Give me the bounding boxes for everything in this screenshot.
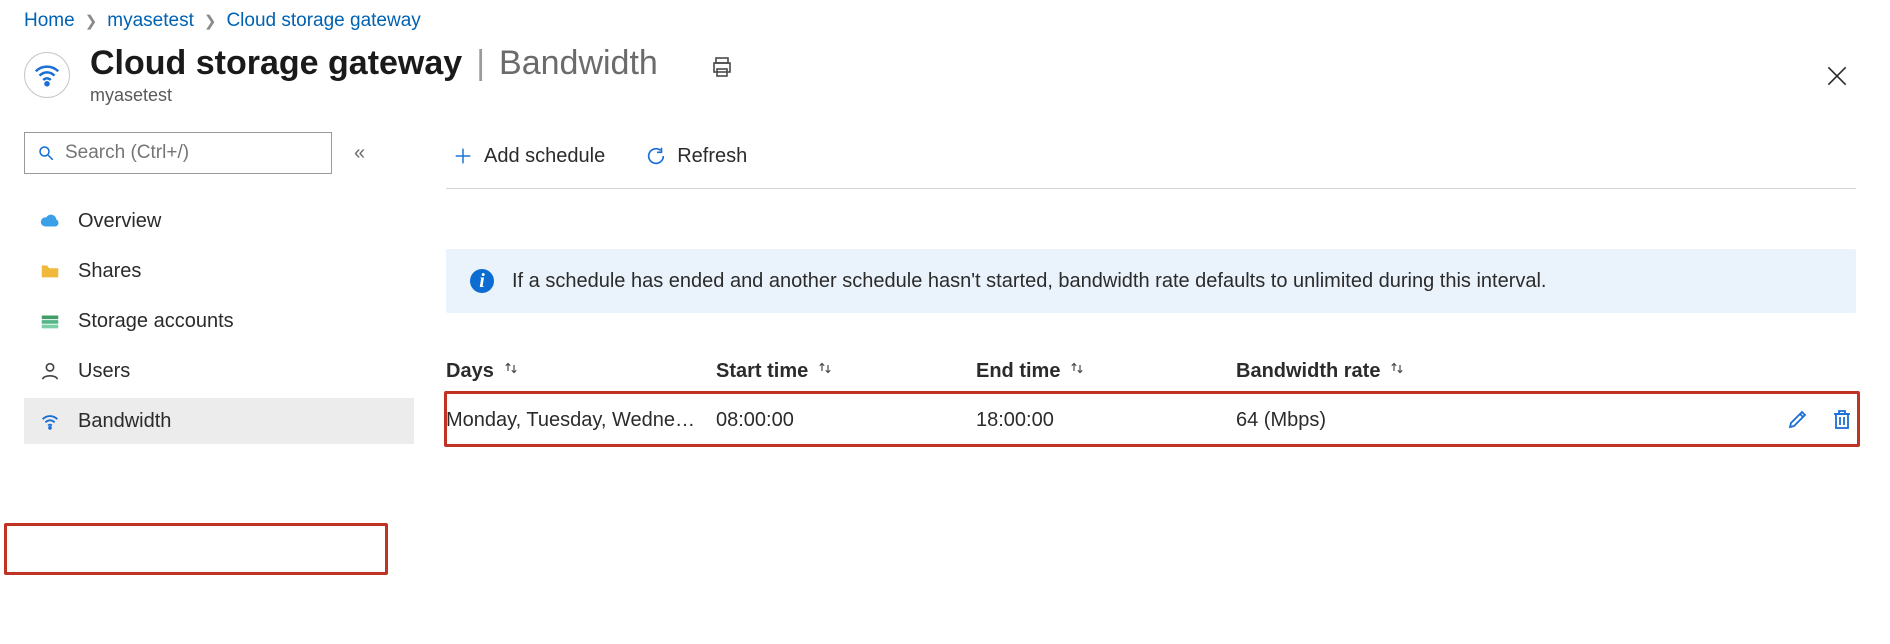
chevron-right-icon: ❯ [204,12,217,30]
command-bar: Add schedule Refresh [446,132,1856,180]
sort-icon [1068,359,1086,383]
sidebar-item-shares[interactable]: Shares [24,248,414,294]
trash-icon [1830,407,1854,431]
sidebar-item-overview[interactable]: Overview [24,198,414,244]
sidebar-item-label: Bandwidth [78,410,171,433]
chevron-right-icon: ❯ [85,12,98,30]
info-text: If a schedule has ended and another sche… [512,270,1546,293]
button-label: Refresh [677,145,747,168]
print-button[interactable] [704,54,740,83]
sidebar-item-label: Overview [78,210,161,233]
print-icon [710,55,734,79]
column-header-days[interactable]: Days [446,359,716,383]
sort-icon [1388,359,1406,383]
button-label: Add schedule [484,145,605,168]
collapse-sidebar-button[interactable]: « [350,138,369,169]
cell-end-time: 18:00:00 [976,409,1236,432]
refresh-button[interactable]: Refresh [639,141,753,172]
highlight-box [4,523,388,575]
breadcrumb: Home ❯ myasetest ❯ Cloud storage gateway [24,4,1890,36]
page-section: Bandwidth [499,44,658,83]
column-header-start-time[interactable]: Start time [716,359,976,383]
page-title: Cloud storage gateway [90,44,462,83]
sidebar-item-bandwidth[interactable]: Bandwidth [24,398,414,444]
chevron-double-left-icon: « [354,142,365,164]
page-subtitle: myasetest [90,85,658,106]
search-input[interactable] [63,141,319,165]
folder-icon [38,259,62,283]
sidebar-item-storage-accounts[interactable]: Storage accounts [24,298,414,344]
search-input-wrap[interactable] [24,132,332,174]
refresh-icon [645,145,667,167]
sort-icon [502,359,520,383]
crumb-page[interactable]: Cloud storage gateway [226,10,420,32]
cell-bandwidth-rate: 64 (Mbps) [1236,409,1756,432]
edit-button[interactable] [1784,405,1812,436]
crumb-resource[interactable]: myasetest [107,10,194,32]
sidebar-item-users[interactable]: Users [24,348,414,394]
divider [446,188,1856,189]
delete-button[interactable] [1828,405,1856,436]
add-schedule-button[interactable]: Add schedule [446,141,611,172]
plus-icon [452,145,474,167]
cloud-icon [38,209,62,233]
info-icon: i [470,269,494,293]
close-icon [1824,63,1850,89]
search-icon [37,144,55,162]
cell-start-time: 08:00:00 [716,409,976,432]
sidebar-nav: Overview Shares Storage accounts Users B… [24,198,414,444]
close-button[interactable] [1818,62,1856,93]
info-banner: i If a schedule has ended and another sc… [446,249,1856,313]
wifi-icon [24,52,70,98]
storage-icon [38,309,62,333]
person-icon [38,359,62,383]
schedule-table: Days Start time End time Bandwidth rate [446,349,1856,447]
sort-icon [816,359,834,383]
wifi-icon [38,409,62,433]
column-header-end-time[interactable]: End time [976,359,1236,383]
sidebar-item-label: Users [78,360,130,383]
sidebar-item-label: Shares [78,260,141,283]
column-header-bandwidth-rate[interactable]: Bandwidth rate [1236,359,1756,383]
table-row[interactable]: Monday, Tuesday, Wednesd… 08:00:00 18:00… [446,393,1856,447]
table-header: Days Start time End time Bandwidth rate [446,349,1856,393]
pencil-icon [1786,407,1810,431]
cell-days: Monday, Tuesday, Wednesd… [446,409,716,432]
crumb-home[interactable]: Home [24,10,75,32]
sidebar-item-label: Storage accounts [78,310,234,333]
